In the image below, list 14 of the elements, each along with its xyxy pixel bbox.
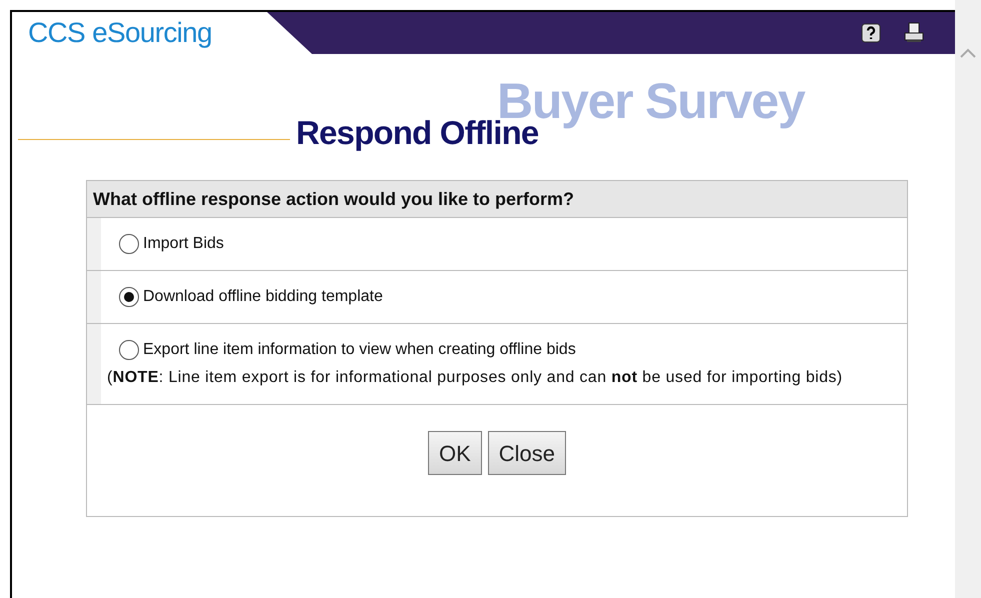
radio-button[interactable]	[119, 234, 139, 254]
app-title: CCS eSourcing	[28, 16, 212, 50]
dialog-button[interactable]: Close	[488, 431, 566, 475]
option-label: Import Bids	[143, 234, 224, 254]
option-label: Export line item information to view when creating offline bids	[143, 340, 576, 360]
dialog-button[interactable]: OK	[428, 431, 482, 475]
help-icon[interactable]	[861, 23, 881, 43]
printer-icon[interactable]	[903, 22, 925, 44]
question-heading: What offline response action would you like to perform?	[93, 188, 574, 211]
radio-button[interactable]	[119, 340, 139, 360]
scrollbar[interactable]	[955, 0, 981, 598]
note-text: (NOTE: Line item export is for informational purposes only and can not be used for importing bids)	[107, 368, 844, 388]
option-label: Download offline bidding template	[143, 287, 383, 307]
radio-button[interactable]	[119, 287, 139, 307]
